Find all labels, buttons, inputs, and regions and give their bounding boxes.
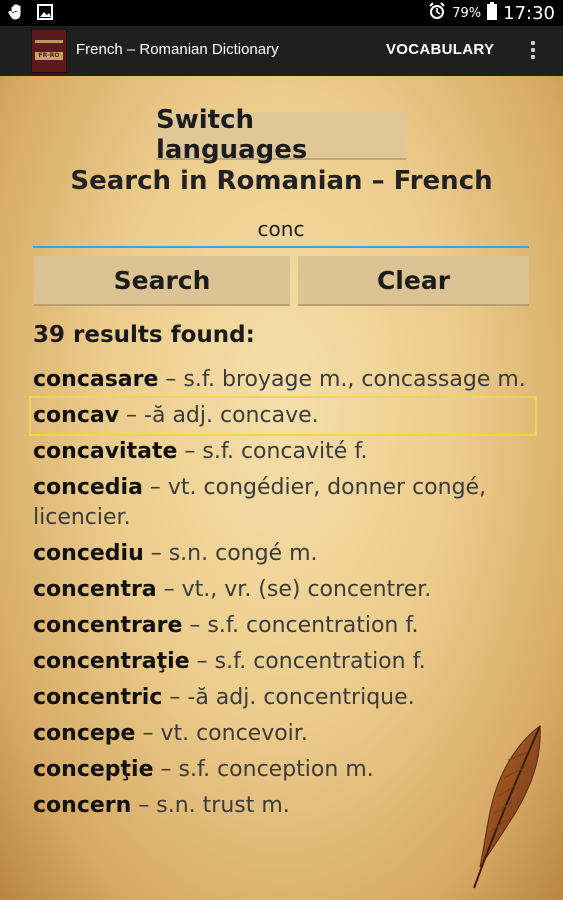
results-count: 39 results found: [33,322,255,348]
entry-term: concentraţie [33,649,190,674]
entry-term: concavitate [33,439,178,464]
entry-definition: – s.f. broyage m., concassage m. [158,367,526,392]
entry-term: concasare [33,367,159,392]
result-entry[interactable]: concavitate – s.f. concavité f. [31,434,535,470]
app-logo-text: FR-RO [35,52,63,60]
entry-definition: – s.f. conception m. [153,757,374,782]
result-entry[interactable]: concepe – vt. concevoir. [31,716,535,752]
results-list: concasare – s.f. broyage m., concassage … [29,362,537,824]
result-entry[interactable]: concepţie – s.f. conception m. [31,752,535,788]
entry-definition: – s.n. congé m. [143,541,318,566]
entry-term: concepe [33,721,136,746]
result-entry[interactable]: concedia – vt. congédier, donner congé, … [31,470,535,536]
overflow-menu-icon[interactable] [528,38,538,64]
entry-term: concav [33,403,120,428]
entry-term: concentrare [33,613,183,638]
search-direction-heading: Search in Romanian – French [70,166,493,196]
result-entry[interactable]: concentric – -ă adj. concentrique. [31,680,535,716]
entry-term: concentra [33,577,157,602]
switch-languages-button[interactable]: Switch languages [156,105,406,165]
app-logo: FR-RO [31,29,67,73]
entry-definition: – s.f. concavité f. [177,439,368,464]
entry-definition: – s.f. concentration f. [182,613,419,638]
entry-definition: – vt. concevoir. [135,721,308,746]
search-input[interactable] [33,212,529,248]
app-bar: FR-RO French – Romanian Dictionary VOCAB… [0,26,563,76]
entry-definition: – -ă adj. concentrique. [162,685,415,710]
search-button[interactable]: Search [34,256,290,306]
alarm-icon [428,2,446,25]
clear-button[interactable]: Clear [298,256,529,306]
vocabulary-button[interactable]: VOCABULARY [386,41,494,58]
entry-definition: – -ă adj. concave. [119,403,319,428]
clock: 17:30 [503,3,555,24]
status-bar: 79% 17:30 [0,0,563,26]
battery-percent: 79% [452,6,482,21]
result-entry[interactable]: concasare – s.f. broyage m., concassage … [31,362,535,398]
result-entry[interactable]: concav – -ă adj. concave. [29,396,537,436]
battery-icon [487,2,498,25]
entry-term: concediu [33,541,144,566]
result-entry[interactable]: concentrare – s.f. concentration f. [31,608,535,644]
result-entry[interactable]: concentra – vt., vr. (se) concentrer. [31,572,535,608]
entry-definition: – s.f. concentration f. [189,649,426,674]
image-icon [36,3,54,26]
app-title: French – Romanian Dictionary [76,41,279,58]
result-entry[interactable]: concediu – s.n. congé m. [31,536,535,572]
entry-term: concentric [33,685,163,710]
quill-feather-icon [473,725,541,889]
entry-definition: – vt., vr. (se) concentrer. [156,577,432,602]
result-entry[interactable]: concentraţie – s.f. concentration f. [31,644,535,680]
entry-term: concepţie [33,757,154,782]
hand-icon [8,3,26,26]
entry-term: concedia [33,475,143,500]
entry-definition: – s.n. trust m. [131,793,290,818]
entry-term: concern [33,793,132,818]
result-entry[interactable]: concern – s.n. trust m. [31,788,535,824]
